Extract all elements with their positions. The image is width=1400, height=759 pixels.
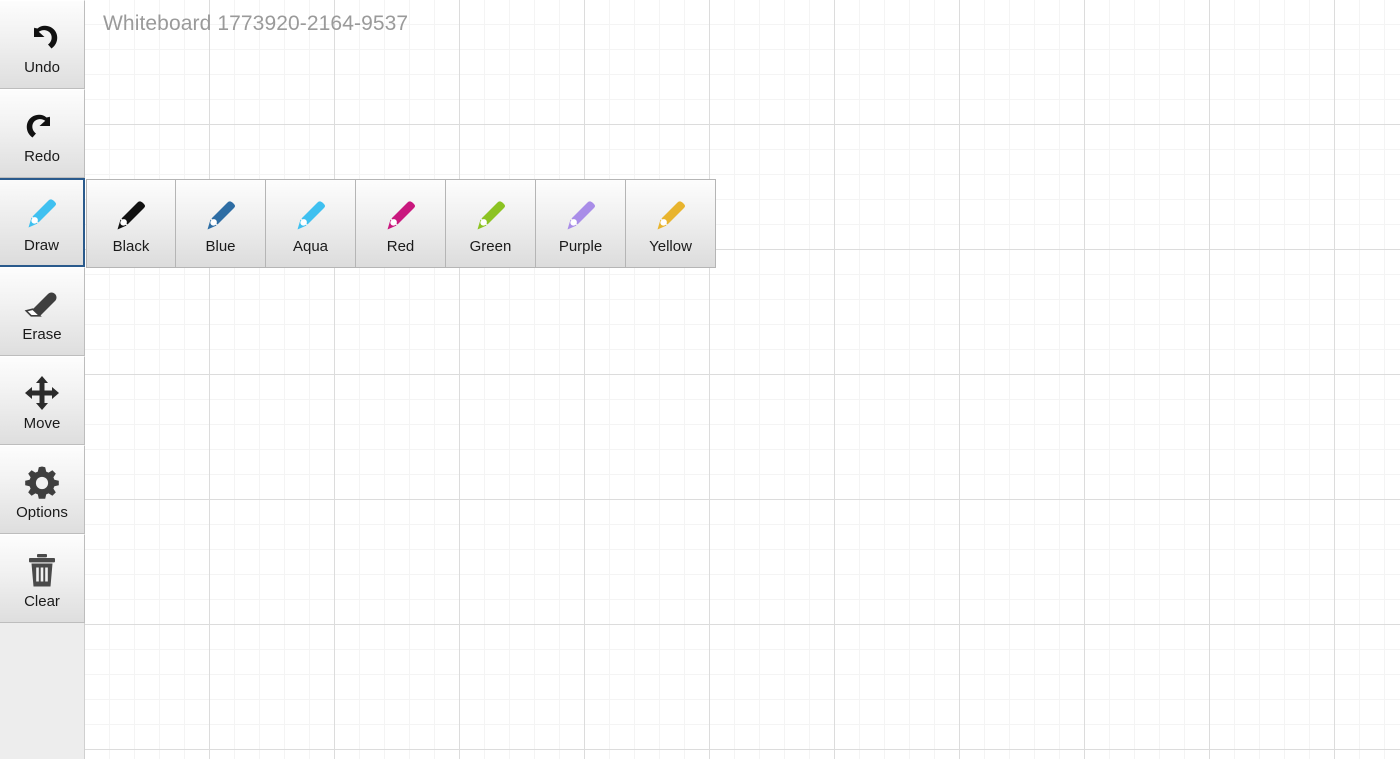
color-button-label: Green xyxy=(469,237,512,255)
pencil-icon xyxy=(649,194,693,240)
color-toolbar: Black Blue Aqua Red Green Purple Yellow xyxy=(86,179,716,268)
color-button-label: Red xyxy=(386,237,415,255)
tool-sidebar: Undo Redo Draw Erase Move Options Clear xyxy=(0,0,85,759)
pencil-icon xyxy=(559,194,603,240)
color-button-green[interactable]: Green xyxy=(446,179,536,268)
sidebar-item-label: Erase xyxy=(22,325,62,343)
pencil-icon xyxy=(289,194,333,240)
sidebar-item-label: Redo xyxy=(24,147,60,165)
trash-icon xyxy=(22,549,62,593)
redo-arrow-icon xyxy=(22,104,62,148)
pencil-icon xyxy=(379,194,423,240)
sidebar-item-draw[interactable]: Draw xyxy=(0,178,85,267)
color-button-blue[interactable]: Blue xyxy=(176,179,266,268)
sidebar-item-label: Move xyxy=(23,414,61,432)
color-button-black[interactable]: Black xyxy=(86,179,176,268)
sidebar-item-label: Options xyxy=(16,503,68,521)
sidebar-item-label: Clear xyxy=(24,592,60,610)
drawing-canvas[interactable] xyxy=(85,0,1400,759)
color-button-label: Blue xyxy=(205,237,236,255)
eraser-icon xyxy=(20,282,64,326)
pencil-icon xyxy=(199,194,243,240)
sidebar-item-undo[interactable]: Undo xyxy=(0,0,85,89)
color-button-red[interactable]: Red xyxy=(356,179,446,268)
page-title: Whiteboard 1773920-2164-9537 xyxy=(103,12,409,35)
sidebar-item-move[interactable]: Move xyxy=(0,356,85,445)
whiteboard-app: Whiteboard 1773920-2164-9537 Undo Redo D… xyxy=(0,0,1400,759)
pencil-icon xyxy=(109,194,153,240)
color-button-label: Aqua xyxy=(292,237,329,255)
color-button-label: Purple xyxy=(558,237,603,255)
sidebar-item-redo[interactable]: Redo xyxy=(0,89,85,178)
sidebar-item-label: Draw xyxy=(23,236,59,254)
sidebar-item-options[interactable]: Options xyxy=(0,445,85,534)
color-button-label: Black xyxy=(112,237,150,255)
pencil-icon xyxy=(20,193,64,237)
move-arrows-icon xyxy=(22,371,62,415)
sidebar-item-clear[interactable]: Clear xyxy=(0,534,85,623)
color-button-purple[interactable]: Purple xyxy=(536,179,626,268)
pencil-icon xyxy=(469,194,513,240)
color-button-aqua[interactable]: Aqua xyxy=(266,179,356,268)
color-button-yellow[interactable]: Yellow xyxy=(626,179,716,268)
sidebar-item-label: Undo xyxy=(24,58,60,76)
undo-arrow-icon xyxy=(22,15,62,59)
gear-icon xyxy=(22,460,62,504)
sidebar-item-erase[interactable]: Erase xyxy=(0,267,85,356)
color-button-label: Yellow xyxy=(649,237,692,255)
